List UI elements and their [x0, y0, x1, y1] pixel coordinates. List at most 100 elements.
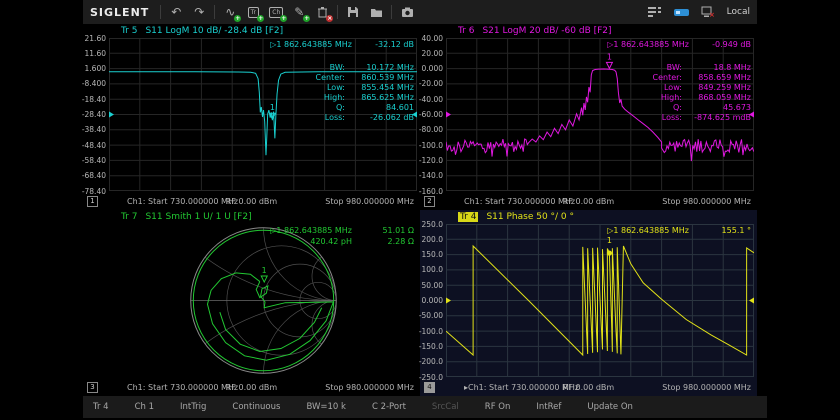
- divider: [337, 5, 338, 19]
- rf-power: RF 0.00 dBm: [226, 383, 277, 392]
- new-trace-window-icon[interactable]: Tr+: [245, 4, 261, 20]
- rf-power: RF 0.00 dBm: [226, 197, 277, 206]
- quadrant-3-s11-smith[interactable]: Tr 7 S11 Smith 1 U/ 1 U [F2] 1 ▷1 862.64…: [83, 210, 420, 396]
- undo-icon[interactable]: ↶: [168, 4, 184, 20]
- statusbar-item-srccal[interactable]: SrcCal: [432, 402, 459, 412]
- y-tick-label: 21.60: [85, 34, 106, 43]
- open-icon[interactable]: [368, 4, 384, 20]
- channel-footer: 3 Ch1: Start 730.000000 MHz RF 0.00 dBm …: [83, 380, 420, 396]
- trace-windows: Tr 5 S11 LogM 10 dB/ -28.4 dB [F2] 21.60…: [83, 24, 757, 396]
- statusbar-item-intref[interactable]: IntRef: [536, 402, 561, 412]
- y-tick-label: 150.0: [422, 250, 443, 259]
- stop-frequency: Stop 980.000000 MHz: [325, 383, 414, 392]
- plot-area[interactable]: 1 ▷1 862.643885 MHz-32.12 dB BW:10.172 M…: [109, 38, 417, 191]
- window-number-badge[interactable]: 1: [87, 196, 98, 207]
- svg-text:×: ×: [709, 11, 714, 18]
- plot-area[interactable]: 1 ▷1 862.643885 MHz155.1 °: [446, 224, 754, 377]
- add-trace-icon[interactable]: ∿+: [222, 4, 238, 20]
- statusbar-item-c-2-port[interactable]: C 2-Port: [372, 402, 406, 412]
- quadrant-1-s11-logm[interactable]: Tr 5 S11 LogM 10 dB/ -28.4 dB [F2] 21.60…: [83, 24, 420, 210]
- active-window-number-badge[interactable]: 4: [424, 382, 435, 393]
- y-tick-label: -68.40: [82, 171, 106, 180]
- channel-footer: 2 Ch1: Start 730.000000 MHz RF 0.00 dBm …: [420, 194, 757, 210]
- y-tick-label: -100.0: [419, 327, 443, 336]
- y-axis-labels: 21.6011.601.600-8.400-18.40-28.40-38.40-…: [83, 37, 108, 194]
- trace-name[interactable]: Tr 7: [121, 212, 137, 222]
- plot-area[interactable]: 1 ▷1 862.643885 MHz51.01 Ω420.42 pH2.28 …: [109, 224, 417, 377]
- redo-icon[interactable]: ↷: [191, 4, 207, 20]
- vna-application: SIGLENT ↶ ↷ ∿+ Tr+ Ch+ ✎+ × ×: [83, 0, 757, 420]
- y-tick-label: -48.40: [82, 141, 106, 150]
- s11-phase-plot[interactable]: 1: [446, 224, 754, 377]
- new-channel-icon[interactable]: Ch+: [268, 4, 284, 20]
- start-frequency: Ch1: Start 730.000000 MHz: [464, 197, 575, 206]
- y-tick-label: -18.40: [82, 95, 106, 104]
- local-indicator: Local: [727, 7, 750, 17]
- window-number-badge[interactable]: 3: [87, 382, 98, 393]
- channel-footer: 4 ▸Ch1: Start 730.000000 MHz RF 0.00 dBm…: [420, 380, 757, 396]
- divider: [391, 5, 392, 19]
- y-axis-labels: [83, 223, 108, 380]
- svg-text:1: 1: [607, 52, 612, 61]
- trace-name[interactable]: Tr 6: [458, 26, 474, 36]
- stop-frequency: Stop 980.000000 MHz: [662, 197, 751, 206]
- y-tick-label: -60.00: [419, 110, 443, 119]
- plot-area[interactable]: 1 ▷1 862.643885 MHz-0.949 dB BW:18.8 MHz…: [446, 38, 754, 191]
- y-tick-label: 20.00: [422, 49, 443, 58]
- y-tick-label: 200.0: [422, 235, 443, 244]
- statusbar-item-rf-on[interactable]: RF On: [485, 402, 511, 412]
- y-tick-label: 1.600: [85, 64, 106, 73]
- trace-header: Tr 5 S11 LogM 10 dB/ -28.4 dB [F2]: [83, 24, 420, 37]
- screenshot-icon[interactable]: [399, 4, 415, 20]
- svg-text:1: 1: [262, 266, 267, 275]
- statusbar-item-inttrig[interactable]: IntTrig: [180, 402, 206, 412]
- siglent-logo: SIGLENT: [90, 6, 149, 19]
- trace-format: S11 Smith 1 U/ 1 U [F2]: [145, 212, 251, 222]
- trace-format: S21 LogM 20 dB/ -60 dB [F2]: [482, 26, 611, 36]
- quadrant-4-s11-phase[interactable]: Tr 4 S11 Phase 50 °/ 0 ° 250.0200.0150.0…: [420, 210, 757, 396]
- channel-footer: 1 Ch1: Start 730.000000 MHz RF 0.00 dBm …: [83, 194, 420, 210]
- statusbar-item-continuous[interactable]: Continuous: [232, 402, 280, 412]
- y-tick-label: -58.40: [82, 156, 106, 165]
- y-tick-label: -38.40: [82, 125, 106, 134]
- stop-frequency: Stop 980.000000 MHz: [662, 383, 751, 392]
- trace-name[interactable]: Tr 5: [121, 26, 137, 36]
- active-trace-name[interactable]: Tr 4: [458, 212, 478, 222]
- statusbar-item-tr-4[interactable]: Tr 4: [93, 402, 109, 412]
- y-tick-label: 0.000: [422, 296, 443, 305]
- y-tick-label: -50.00: [419, 311, 443, 320]
- y-tick-label: -100.0: [419, 141, 443, 150]
- y-tick-label: 40.00: [422, 34, 443, 43]
- marker-add-icon[interactable]: ✎+: [291, 4, 307, 20]
- y-tick-label: -20.00: [419, 79, 443, 88]
- trace-format: S11 Phase 50 °/ 0 °: [486, 212, 574, 222]
- display-grid-icon[interactable]: [647, 4, 663, 20]
- stop-frequency: Stop 980.000000 MHz: [325, 197, 414, 206]
- y-tick-label: -200.0: [419, 357, 443, 366]
- rf-power: RF 0.00 dBm: [563, 383, 614, 392]
- start-frequency: Ch1: Start 730.000000 MHz: [127, 197, 238, 206]
- y-tick-label: 50.00: [422, 281, 443, 290]
- y-tick-label: -8.400: [82, 79, 106, 88]
- quadrant-2-s21-logm[interactable]: Tr 6 S21 LogM 20 dB/ -60 dB [F2] 40.00 20…: [420, 24, 757, 210]
- y-tick-label: -28.40: [82, 110, 106, 119]
- y-tick-label: 100.0: [422, 265, 443, 274]
- statusbar-item-ch-1[interactable]: Ch 1: [135, 402, 154, 412]
- statusbar-item-bw-10-k[interactable]: BW=10 k: [306, 402, 346, 412]
- save-icon[interactable]: [345, 4, 361, 20]
- trace-header: Tr 6 S21 LogM 20 dB/ -60 dB [F2]: [420, 24, 757, 37]
- svg-text:1: 1: [270, 103, 275, 112]
- trace-header: Tr 4 S11 Phase 50 °/ 0 °: [420, 210, 757, 223]
- statusbar-item-update-on[interactable]: Update On: [587, 402, 633, 412]
- divider: [214, 5, 215, 19]
- y-tick-label: -150.0: [419, 342, 443, 351]
- s11-logm-plot[interactable]: 1: [109, 38, 417, 191]
- s21-logm-plot[interactable]: 1: [446, 38, 754, 191]
- y-tick-label: 250.0: [422, 220, 443, 229]
- window-number-badge[interactable]: 2: [424, 196, 435, 207]
- y-tick-label: -80.00: [419, 125, 443, 134]
- smith-chart-plot[interactable]: 1: [109, 224, 417, 377]
- trace-format: S11 LogM 10 dB/ -28.4 dB [F2]: [145, 26, 283, 36]
- y-axis-labels: 40.0020.000.000-20.00-40.00-60.00-80.00-…: [420, 37, 445, 194]
- delete-icon[interactable]: ×: [314, 4, 330, 20]
